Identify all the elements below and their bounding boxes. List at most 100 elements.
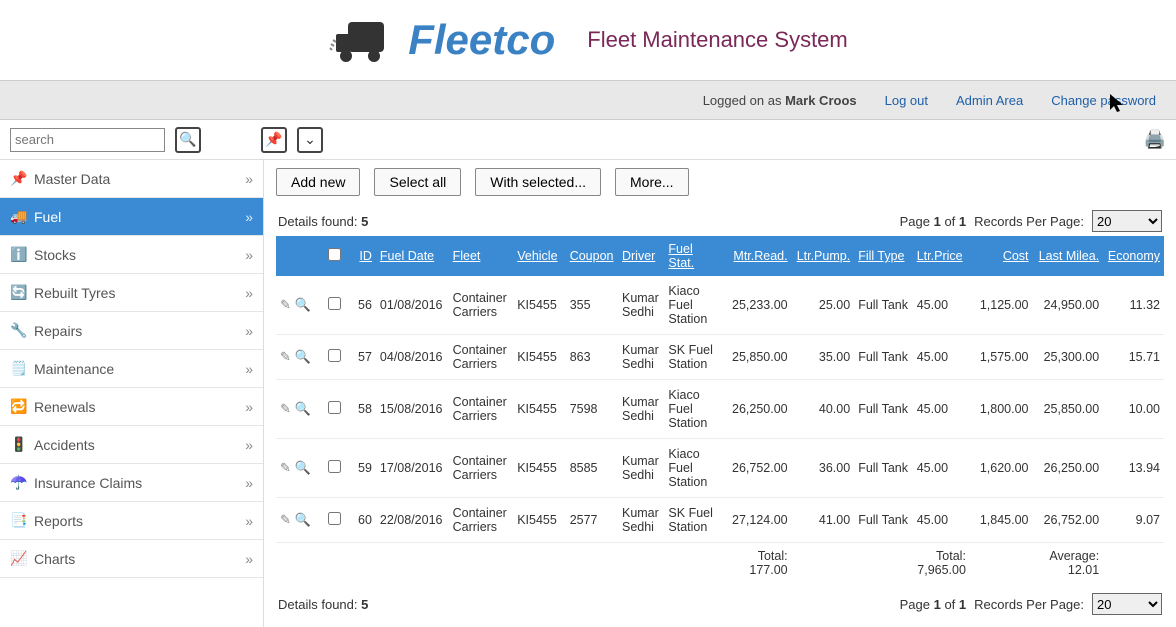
cell-ltr: 36.00 [792, 439, 855, 498]
cell-station: Kiaco Fuel Station [664, 380, 721, 439]
footer-ltr-total: Total:177.00 [721, 543, 792, 584]
sidebar-item-maintenance[interactable]: 🗒️Maintenance» [0, 350, 263, 388]
add-new-button[interactable]: Add new [276, 168, 360, 196]
edit-icon[interactable]: ✎ [280, 401, 291, 417]
sidebar-item-fuel[interactable]: 🚚Fuel» [0, 198, 263, 236]
cell-last: 26,250.00 [1033, 439, 1104, 498]
sidebar-item-rebuilt-tyres[interactable]: 🔄Rebuilt Tyres» [0, 274, 263, 312]
col-vehicle[interactable]: Vehicle [513, 236, 565, 276]
records-per-page-select[interactable]: 20 [1092, 210, 1162, 232]
sidebar-item-stocks[interactable]: ℹ️Stocks» [0, 236, 263, 274]
cell-price: 45.00 [913, 276, 970, 335]
row-checkbox[interactable] [328, 460, 341, 473]
col-fleet[interactable]: Fleet [449, 236, 514, 276]
sidebar-item-accidents[interactable]: 🚦Accidents» [0, 426, 263, 464]
col-id[interactable]: ID [346, 236, 376, 276]
cell-coupon: 7598 [566, 380, 618, 439]
edit-icon[interactable]: ✎ [280, 297, 291, 313]
sidebar-item-insurance-claims[interactable]: ☂️Insurance Claims» [0, 464, 263, 502]
view-icon[interactable]: 🔍 [295, 512, 311, 528]
col-fuel-stat[interactable]: Fuel Stat. [664, 236, 721, 276]
chevron-right-icon: » [245, 475, 253, 491]
expand-button[interactable]: ⌄ [297, 127, 323, 153]
view-icon[interactable]: 🔍 [295, 297, 311, 313]
search-button[interactable]: 🔍 [175, 127, 201, 153]
cell-vehicle: KI5455 [513, 498, 565, 543]
action-bar: Add new Select all With selected... More… [276, 168, 1164, 196]
view-icon[interactable]: 🔍 [295, 401, 311, 417]
cell-econ: 9.07 [1103, 498, 1164, 543]
col-fuel-date[interactable]: Fuel Date [376, 236, 449, 276]
cell-last: 25,300.00 [1033, 335, 1104, 380]
table-row: ✎🔍5704/08/2016Container CarriersKI545586… [276, 335, 1164, 380]
cell-cost: 1,800.00 [970, 380, 1033, 439]
with-selected-button[interactable]: With selected... [475, 168, 601, 196]
chevron-right-icon: » [245, 399, 253, 415]
cell-driver: Kumar Sedhi [618, 439, 664, 498]
cell-id: 58 [346, 380, 376, 439]
more-button[interactable]: More... [615, 168, 689, 196]
sidebar-item-charts[interactable]: 📈 Charts » [0, 540, 263, 578]
view-icon[interactable]: 🔍 [295, 349, 311, 365]
col-mtr-read[interactable]: Mtr.Read. [721, 236, 792, 276]
cell-vehicle: KI5455 [513, 276, 565, 335]
summary-bar-bottom: Details found: 5 Page 1 of 1 Records Per… [276, 589, 1164, 619]
page-info: Page 1 of 1 [900, 214, 967, 229]
cell-station: Kiaco Fuel Station [664, 276, 721, 335]
edit-icon[interactable]: ✎ [280, 460, 291, 476]
admin-area-link[interactable]: Admin Area [956, 93, 1023, 108]
col-driver[interactable]: Driver [618, 236, 664, 276]
sidebar-item-renewals[interactable]: 🔁Renewals» [0, 388, 263, 426]
cell-date: 04/08/2016 [376, 335, 449, 380]
cell-vehicle: KI5455 [513, 439, 565, 498]
sidebar-icon: 🔧 [10, 322, 28, 339]
sidebar-icon: 📈 [10, 550, 28, 567]
sidebar-label: Charts [34, 551, 75, 567]
chevron-right-icon: » [245, 513, 253, 529]
cell-station: SK Fuel Station [664, 335, 721, 380]
col-cost[interactable]: Cost [970, 236, 1033, 276]
cell-cost: 1,575.00 [970, 335, 1033, 380]
row-checkbox[interactable] [328, 512, 341, 525]
col-ltr-price[interactable]: Ltr.Price [913, 236, 970, 276]
sidebar-item-master-data[interactable]: 📌Master Data» [0, 160, 263, 198]
col-coupon[interactable]: Coupon [566, 236, 618, 276]
cell-station: Kiaco Fuel Station [664, 439, 721, 498]
fuel-table: ID Fuel Date Fleet Vehicle Coupon Driver… [276, 236, 1164, 583]
main-panel: Add new Select all With selected... More… [264, 160, 1176, 627]
cell-ltr: 35.00 [792, 335, 855, 380]
cell-date: 17/08/2016 [376, 439, 449, 498]
col-ltr-pump[interactable]: Ltr.Pump. [792, 236, 855, 276]
cell-mtr: 25,850.00 [721, 335, 792, 380]
pin-button[interactable]: 📌 [261, 127, 287, 153]
change-password-link[interactable]: Change password [1051, 93, 1156, 108]
chevron-right-icon: » [245, 247, 253, 263]
select-all-button[interactable]: Select all [374, 168, 461, 196]
edit-icon[interactable]: ✎ [280, 512, 291, 528]
logout-link[interactable]: Log out [885, 93, 928, 108]
sidebar-icon: 🔁 [10, 398, 28, 415]
sidebar-label: Master Data [34, 171, 110, 187]
row-checkbox[interactable] [328, 297, 341, 310]
sidebar-icon: ☂️ [10, 474, 28, 491]
sidebar-item-reports[interactable]: 📑Reports» [0, 502, 263, 540]
search-input[interactable] [10, 128, 165, 152]
sidebar-item-repairs[interactable]: 🔧Repairs» [0, 312, 263, 350]
sidebar-icon: 📌 [10, 170, 28, 187]
col-fill-type[interactable]: Fill Type [854, 236, 913, 276]
edit-icon[interactable]: ✎ [280, 349, 291, 365]
header-checkbox[interactable] [328, 248, 341, 261]
view-icon[interactable]: 🔍 [295, 460, 311, 476]
brand-name: Fleetco [408, 16, 555, 64]
cell-econ: 10.00 [1103, 380, 1164, 439]
records-per-page-select-bottom[interactable]: 20 [1092, 593, 1162, 615]
sidebar-icon: 🔄 [10, 284, 28, 301]
cell-econ: 11.32 [1103, 276, 1164, 335]
row-checkbox[interactable] [328, 349, 341, 362]
chevron-right-icon: » [245, 551, 253, 567]
print-button[interactable]: 🖨️ [1144, 129, 1166, 150]
col-last-milea[interactable]: Last Milea. [1033, 236, 1104, 276]
cell-fill: Full Tank [854, 276, 913, 335]
col-economy[interactable]: Economy [1103, 236, 1164, 276]
row-checkbox[interactable] [328, 401, 341, 414]
